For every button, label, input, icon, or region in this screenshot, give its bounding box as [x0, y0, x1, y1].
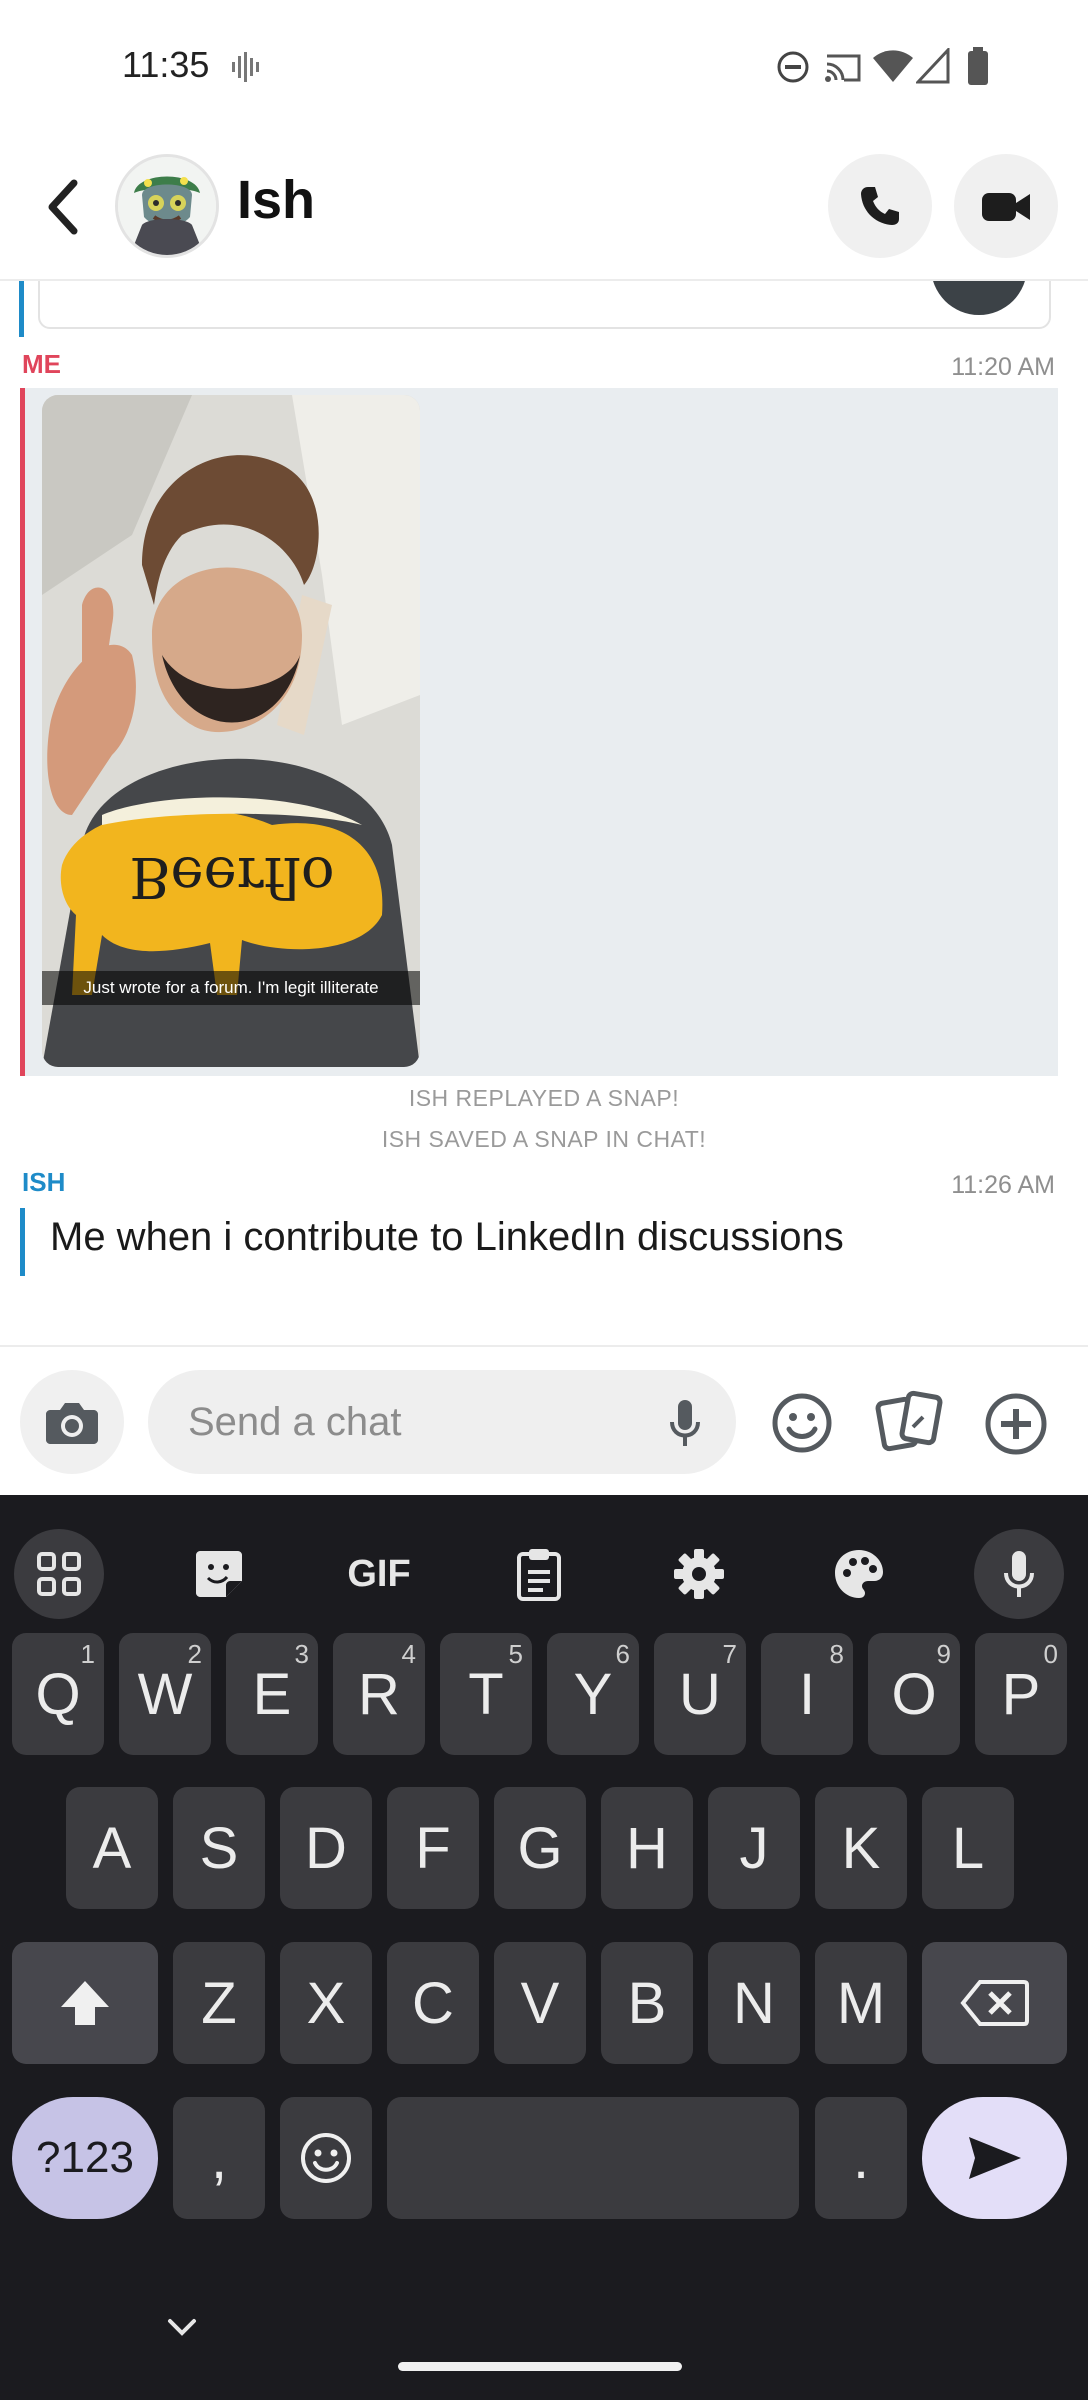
- chat-area[interactable]: ME 11:20 AM Beerflo Just wrote for a for…: [0, 281, 1088, 1345]
- camera-button[interactable]: [20, 1370, 124, 1474]
- video-camera-icon: [982, 193, 1030, 221]
- key-n[interactable]: N: [708, 1942, 800, 2064]
- key-i[interactable]: I8: [761, 1633, 853, 1755]
- message-time: 11:26 AM: [951, 1171, 1055, 1199]
- contact-name[interactable]: Ish: [237, 169, 315, 231]
- theme-button[interactable]: [814, 1529, 904, 1619]
- message-time: 11:20 AM: [951, 353, 1055, 381]
- key-q[interactable]: Q1: [12, 1633, 104, 1755]
- sender-ish: ISH: [22, 1167, 66, 1197]
- symbols-key[interactable]: ?123: [12, 2097, 158, 2219]
- snap-caption: Just wrote for a forum. I'm legit illite…: [42, 971, 420, 1005]
- key-h[interactable]: H: [601, 1787, 693, 1909]
- hide-keyboard-chevron-icon[interactable]: [164, 2315, 200, 2339]
- send-icon: [968, 2137, 1021, 2179]
- back-arrow-icon[interactable]: [40, 175, 84, 239]
- clipboard-button[interactable]: [494, 1529, 584, 1619]
- send-key[interactable]: [922, 2097, 1067, 2219]
- status-bar: 11:35: [0, 0, 1088, 135]
- key-u[interactable]: U7: [654, 1633, 746, 1755]
- home-gesture-bar[interactable]: [398, 2362, 682, 2371]
- key-r[interactable]: R4: [333, 1633, 425, 1755]
- key-t[interactable]: T5: [440, 1633, 532, 1755]
- voice-call-button[interactable]: [828, 154, 932, 258]
- key-k[interactable]: K: [815, 1787, 907, 1909]
- snap-photo[interactable]: Beerflo Just wrote for a forum. I'm legi…: [42, 395, 420, 1067]
- emoji-smiley-icon: [301, 2133, 351, 2183]
- microphone-icon[interactable]: [668, 1398, 702, 1448]
- key-c[interactable]: C: [387, 1942, 479, 2064]
- key-m[interactable]: M: [815, 1942, 907, 2064]
- cell-signal-icon: [916, 48, 950, 84]
- key-p[interactable]: P0: [975, 1633, 1067, 1755]
- chat-header: Ish: [0, 135, 1088, 281]
- camera-icon: [46, 1403, 98, 1444]
- key-d[interactable]: D: [280, 1787, 372, 1909]
- settings-button[interactable]: [654, 1529, 744, 1619]
- contact-avatar[interactable]: [115, 154, 219, 258]
- emoji-smiley-icon[interactable]: [770, 1391, 834, 1455]
- previous-message-card[interactable]: [38, 281, 1051, 329]
- voice-activity-icon: [232, 52, 259, 82]
- previous-card-button[interactable]: [931, 281, 1027, 315]
- shift-arrow-icon: [61, 1981, 109, 2025]
- system-message-replayed: ISH REPLAYED A SNAP!: [408, 1085, 680, 1111]
- period-key[interactable]: .: [815, 2097, 907, 2219]
- backspace-key[interactable]: [922, 1942, 1067, 2064]
- key-e[interactable]: E3: [226, 1633, 318, 1755]
- ish-message-accent: [20, 1208, 25, 1276]
- key-j[interactable]: J: [708, 1787, 800, 1909]
- emoji-key[interactable]: [280, 2097, 372, 2219]
- sender-me: ME: [22, 349, 61, 379]
- key-w[interactable]: W2: [119, 1633, 211, 1755]
- previous-message-accent: [19, 281, 24, 337]
- voice-input-button[interactable]: [974, 1529, 1064, 1619]
- gif-button[interactable]: GIF: [334, 1529, 424, 1619]
- shift-key[interactable]: [12, 1942, 158, 2064]
- key-a[interactable]: A: [66, 1787, 158, 1909]
- key-s[interactable]: S: [173, 1787, 265, 1909]
- plus-icon[interactable]: [983, 1391, 1049, 1457]
- comma-key[interactable]: ,: [173, 2097, 265, 2219]
- key-z[interactable]: Z: [173, 1942, 265, 2064]
- gear-icon: [674, 1549, 724, 1599]
- cast-icon: [825, 54, 861, 82]
- cards-icon[interactable]: [875, 1387, 945, 1457]
- message-text[interactable]: Me when i contribute to LinkedIn discuss…: [50, 1215, 844, 1260]
- space-key[interactable]: [387, 2097, 799, 2219]
- battery-icon: [968, 47, 988, 85]
- sticker-button[interactable]: [174, 1529, 264, 1619]
- chat-input-bar: Send a chat: [0, 1345, 1088, 1495]
- grid-icon: [37, 1552, 81, 1596]
- snap-photo-image: Beerflo: [42, 395, 420, 1067]
- microphone-icon: [1004, 1551, 1034, 1597]
- chat-input-field[interactable]: Send a chat: [148, 1370, 736, 1474]
- system-message-saved: ISH SAVED A SNAP IN CHAT!: [381, 1126, 707, 1152]
- key-g[interactable]: G: [494, 1787, 586, 1909]
- bitmoji-avatar-icon: [118, 157, 216, 255]
- wifi-icon: [873, 50, 913, 82]
- key-f[interactable]: F: [387, 1787, 479, 1909]
- phone-icon: [861, 187, 899, 225]
- key-b[interactable]: B: [601, 1942, 693, 2064]
- sticker-icon: [196, 1551, 242, 1597]
- key-x[interactable]: X: [280, 1942, 372, 2064]
- clipboard-icon: [517, 1549, 561, 1601]
- backspace-icon: [959, 1980, 1029, 2026]
- video-call-button[interactable]: [954, 154, 1058, 258]
- status-time: 11:35: [122, 44, 210, 85]
- keyboard: GIF Q1 W2 E3 R4 T5 Y6 U7 I8 O9 P0 A S D …: [0, 1495, 1088, 2400]
- key-y[interactable]: Y6: [547, 1633, 639, 1755]
- key-o[interactable]: O9: [868, 1633, 960, 1755]
- palette-icon: [835, 1550, 883, 1598]
- apps-grid-button[interactable]: [14, 1529, 104, 1619]
- do-not-disturb-icon: [777, 51, 809, 83]
- key-v[interactable]: V: [494, 1942, 586, 2064]
- chat-input-placeholder: Send a chat: [188, 1400, 402, 1444]
- snap-message[interactable]: Beerflo Just wrote for a forum. I'm legi…: [25, 388, 1058, 1076]
- snap-shirt-text: Beerflo: [129, 844, 334, 909]
- key-l[interactable]: L: [922, 1787, 1014, 1909]
